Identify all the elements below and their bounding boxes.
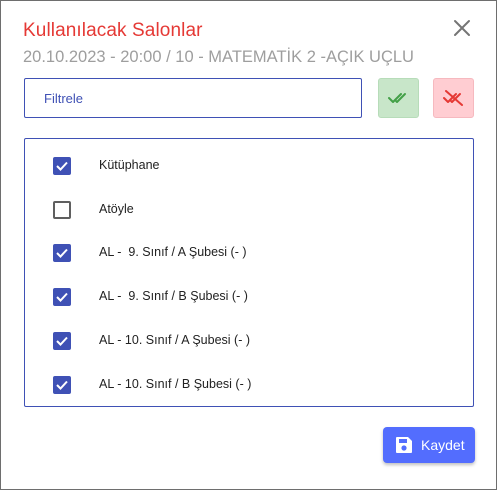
list-item-atoyle[interactable]: Atöyle xyxy=(53,199,134,221)
deselect-all-button[interactable] xyxy=(433,78,474,118)
room-checkbox[interactable] xyxy=(53,157,71,175)
list-item-kutuphane[interactable]: Kütüphane xyxy=(53,155,159,177)
save-button-label: Kaydet xyxy=(421,437,465,453)
checkmark-icon xyxy=(56,248,68,258)
dialog-subtitle: 20.10.2023 - 20:00 / 10 - MATEMATİK 2 -A… xyxy=(23,48,414,66)
room-label: AL - 9. Sınıf / A Şubesi (- ) xyxy=(99,245,247,259)
room-list: Kütüphane Atöyle AL - 9. Sınıf / A Şubes… xyxy=(24,138,474,407)
save-button[interactable]: Kaydet xyxy=(383,427,475,463)
list-item-9b[interactable]: AL - 9. Sınıf / B Şubesi (- ) xyxy=(53,286,248,308)
checkmark-icon xyxy=(56,336,68,346)
room-label: Kütüphane xyxy=(99,158,160,172)
room-label: Atöyle xyxy=(99,202,134,216)
room-checkbox[interactable] xyxy=(53,201,71,219)
list-item-10b[interactable]: AL - 10. Sınıf / B Şubesi (- ) xyxy=(53,374,251,396)
room-checkbox[interactable] xyxy=(53,332,71,350)
floppy-disk-icon xyxy=(396,437,412,453)
room-label: AL - 10. Sınıf / A Şubesi (- ) xyxy=(99,333,250,347)
list-item-10a[interactable]: AL - 10. Sınıf / A Şubesi (- ) xyxy=(53,330,250,352)
filter-input[interactable] xyxy=(24,78,362,118)
double-check-icon xyxy=(387,93,406,103)
dialog-title: Kullanılacak Salonlar xyxy=(23,20,203,41)
room-label: AL - 10. Sınıf / B Şubesi (- ) xyxy=(99,377,252,391)
checkmark-icon xyxy=(56,380,68,390)
room-checkbox[interactable] xyxy=(53,376,71,394)
close-icon xyxy=(454,20,470,36)
room-label: AL - 9. Sınıf / B Şubesi (- ) xyxy=(99,289,248,303)
list-item-9a[interactable]: AL - 9. Sınıf / A Şubesi (- ) xyxy=(53,242,247,264)
checkmark-icon xyxy=(56,161,68,171)
close-button[interactable] xyxy=(451,17,473,39)
double-check-off-icon xyxy=(442,90,463,106)
select-all-button[interactable] xyxy=(378,78,419,118)
room-checkbox[interactable] xyxy=(53,288,71,306)
room-checkbox[interactable] xyxy=(53,244,71,262)
checkmark-icon xyxy=(56,292,68,302)
dialog: Kullanılacak Salonlar 20.10.2023 - 20:00… xyxy=(0,0,497,490)
